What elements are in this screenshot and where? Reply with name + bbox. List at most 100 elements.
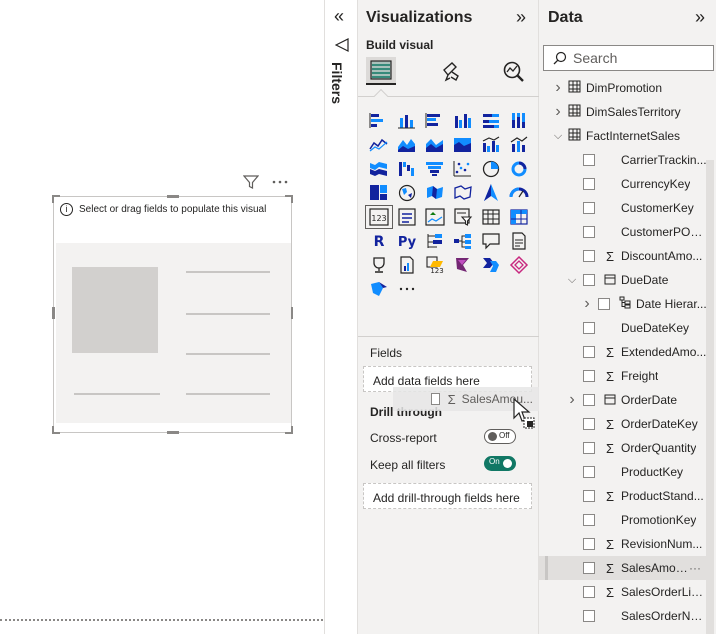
slicer-icon[interactable] [449, 205, 477, 229]
filters-label[interactable]: Filters [329, 62, 345, 104]
key-influencers-icon[interactable] [421, 229, 449, 253]
chevron-right-icon[interactable]: › [553, 103, 563, 121]
chevron-down-icon[interactable]: ⌵ [553, 130, 563, 143]
card-icon[interactable]: 123 [365, 205, 393, 229]
line-chart-icon[interactable] [365, 133, 393, 157]
chevron-right-icon[interactable]: › [567, 391, 577, 409]
100-stacked-area-icon[interactable] [449, 133, 477, 157]
field-item[interactable]: SalesOrderNu... [539, 604, 709, 628]
field-item[interactable]: Σ OrderDateKey [539, 412, 709, 436]
field-checkbox[interactable] [583, 178, 595, 190]
analytics-tab[interactable] [499, 57, 529, 85]
field-item[interactable]: Σ SalesOrderLin... [539, 580, 709, 604]
chevron-right-icon[interactable]: › [582, 295, 592, 313]
field-checkbox[interactable] [583, 442, 595, 454]
filters-pane[interactable]: « Filters [326, 0, 358, 634]
keep-filters-toggle[interactable]: On [484, 456, 516, 471]
field-item[interactable]: CarrierTrackin... [539, 148, 709, 172]
100-stacked-bar-icon[interactable] [477, 109, 505, 133]
field-item[interactable]: Σ ExtendedAmo... [539, 340, 709, 364]
python-visual-icon[interactable]: Py [393, 229, 421, 253]
ribbon-chart-icon[interactable] [365, 157, 393, 181]
field-item[interactable]: ProductKey [539, 460, 709, 484]
goals-icon[interactable] [365, 253, 393, 277]
format-visual-tab[interactable] [436, 57, 466, 85]
field-checkbox[interactable] [583, 250, 595, 262]
chevron-right-icon[interactable]: › [553, 79, 563, 97]
field-item[interactable]: CustomerKey [539, 196, 709, 220]
table-icon[interactable] [477, 205, 505, 229]
multi-row-card-icon[interactable] [393, 205, 421, 229]
field-checkbox[interactable] [583, 586, 595, 598]
diamond-visual-icon[interactable] [505, 253, 533, 277]
field-item[interactable]: CurrencyKey [539, 172, 709, 196]
field-item[interactable]: › OrderDate [539, 388, 709, 412]
field-checkbox[interactable] [598, 298, 610, 310]
clustered-column-icon[interactable] [449, 109, 477, 133]
field-checkbox[interactable] [583, 346, 595, 358]
field-checkbox[interactable] [583, 394, 595, 406]
stacked-column-icon[interactable] [393, 109, 421, 133]
table-item[interactable]: › DimSalesTerritory [539, 100, 709, 124]
field-checkbox[interactable] [583, 466, 595, 478]
field-item[interactable]: Σ Freight [539, 364, 709, 388]
pie-chart-icon[interactable] [477, 157, 505, 181]
r-visual-icon[interactable]: R [365, 229, 393, 253]
field-item[interactable]: ⌵ DueDate [539, 268, 709, 292]
field-checkbox[interactable] [583, 202, 595, 214]
resize-handle[interactable] [167, 195, 179, 198]
expand-filters-icon[interactable]: « [334, 6, 344, 27]
line-stacked-column-icon[interactable] [505, 133, 533, 157]
field-item[interactable]: Σ ProductStand... [539, 484, 709, 508]
field-checkbox[interactable] [583, 274, 595, 286]
paginated-report-icon[interactable] [393, 253, 421, 277]
field-checkbox[interactable] [583, 514, 595, 526]
collapse-visualizations-icon[interactable]: » [516, 7, 526, 28]
field-checkbox[interactable] [583, 418, 595, 430]
resize-handle[interactable] [52, 307, 55, 319]
table-item[interactable]: › DimPromotion [539, 76, 709, 100]
resize-handle[interactable] [285, 195, 293, 203]
resize-handle[interactable] [285, 426, 293, 434]
field-item[interactable]: Σ OrderQuantity [539, 436, 709, 460]
field-checkbox[interactable] [583, 538, 595, 550]
field-item[interactable]: Σ DiscountAmo... [539, 244, 709, 268]
line-clustered-column-icon[interactable] [477, 133, 505, 157]
field-checkbox[interactable] [583, 490, 595, 502]
drill-through-drop-well[interactable]: Add drill-through fields here [363, 483, 532, 509]
report-canvas[interactable]: i Select or drag fields to populate this… [0, 0, 325, 634]
waterfall-icon[interactable] [393, 157, 421, 181]
field-checkbox[interactable] [583, 610, 595, 622]
decomposition-tree-icon[interactable] [449, 229, 477, 253]
power-automate-icon[interactable] [477, 253, 505, 277]
table-item[interactable]: ⌵ FactInternetSales [539, 124, 709, 148]
field-checkbox[interactable] [583, 154, 595, 166]
resize-handle[interactable] [52, 195, 60, 203]
azure-map-icon[interactable] [477, 181, 505, 205]
100-stacked-column-icon[interactable] [505, 109, 533, 133]
more-visuals-icon[interactable] [393, 277, 421, 301]
clustered-bar-icon[interactable] [421, 109, 449, 133]
card-new-icon[interactable]: 123 [421, 253, 449, 277]
empty-visual[interactable]: i Select or drag fields to populate this… [52, 195, 293, 434]
qna-icon[interactable] [477, 229, 505, 253]
field-item[interactable]: DueDateKey [539, 316, 709, 340]
field-checkbox[interactable] [583, 562, 595, 574]
build-visual-tab[interactable] [366, 57, 396, 85]
kpi-icon[interactable] [421, 205, 449, 229]
funnel-icon[interactable] [421, 157, 449, 181]
power-apps-icon[interactable] [449, 253, 477, 277]
filled-map-icon[interactable] [421, 181, 449, 205]
smart-narrative-icon[interactable] [505, 229, 533, 253]
arcgis-icon[interactable] [365, 277, 393, 301]
chevron-down-icon[interactable]: ⌵ [567, 274, 577, 287]
more-options-icon[interactable] [271, 174, 289, 193]
stacked-bar-icon[interactable] [365, 109, 393, 133]
donut-chart-icon[interactable] [505, 157, 533, 181]
field-item[interactable]: Σ SalesAmou... ··· [539, 556, 709, 580]
resize-handle[interactable] [167, 431, 179, 434]
resize-handle[interactable] [52, 426, 60, 434]
scatter-icon[interactable] [449, 157, 477, 181]
map-icon[interactable] [393, 181, 421, 205]
field-item[interactable]: PromotionKey [539, 508, 709, 532]
